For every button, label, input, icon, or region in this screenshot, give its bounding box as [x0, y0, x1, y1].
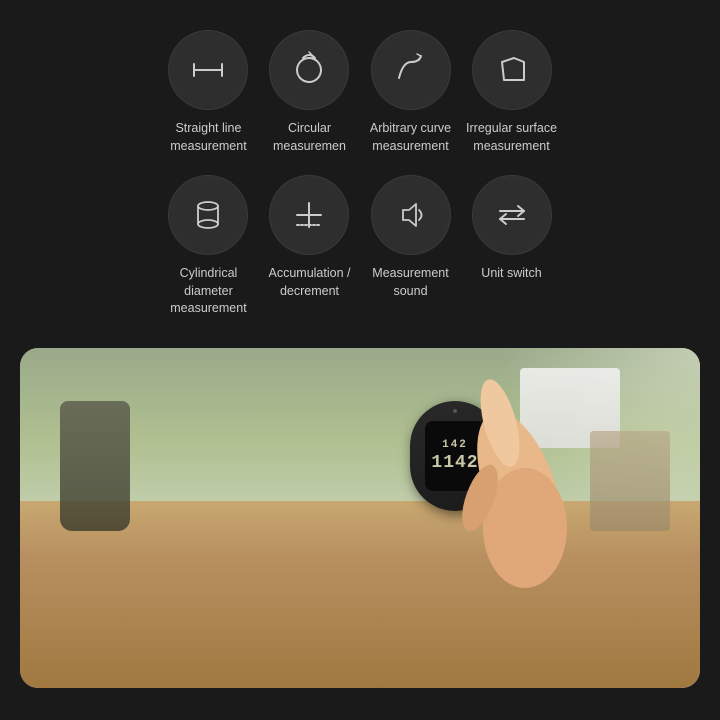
circular-label: Circularmeasuremen	[273, 120, 346, 155]
cylindrical-label: Cylindricaldiametermeasurement	[170, 265, 246, 318]
feature-arbitrary-curve: Arbitrary curvemeasurement	[360, 20, 461, 165]
hand-holding-device	[360, 368, 600, 668]
cylindrical-diameter-icon	[168, 175, 248, 255]
box-decoration	[590, 431, 670, 531]
feature-measurement-sound: Measurementsound	[360, 165, 461, 328]
feature-irregular-surface: Irregular surfacemeasurement	[461, 20, 562, 165]
feature-circular: Circularmeasuremen	[259, 20, 360, 165]
arbitrary-curve-label: Arbitrary curvemeasurement	[370, 120, 451, 155]
sound-icon	[371, 175, 451, 255]
feature-cylindrical: Cylindricaldiametermeasurement	[158, 165, 259, 328]
feature-straight-line: Straight linemeasurement	[158, 20, 259, 165]
feature-unit-switch: Unit switch	[461, 165, 562, 328]
product-photo: 142 1142	[20, 348, 700, 688]
arbitrary-curve-icon	[371, 30, 451, 110]
features-section: Straight linemeasurement Circularmeasure…	[148, 0, 572, 338]
straight-line-label: Straight linemeasurement	[170, 120, 246, 155]
photo-scene: 142 1142	[20, 348, 700, 688]
straight-line-icon	[168, 30, 248, 110]
circular-icon	[269, 30, 349, 110]
vase-decoration	[60, 401, 130, 531]
unit-switch-icon	[472, 175, 552, 255]
irregular-surface-icon	[472, 30, 552, 110]
accumulation-icon	[269, 175, 349, 255]
features-grid: Straight linemeasurement Circularmeasure…	[148, 0, 572, 338]
unit-switch-label: Unit switch	[481, 265, 541, 283]
accumulation-label: Accumulation /decrement	[269, 265, 351, 300]
irregular-surface-label: Irregular surfacemeasurement	[466, 120, 557, 155]
measurement-sound-label: Measurementsound	[372, 265, 448, 300]
feature-accumulation: Accumulation /decrement	[259, 165, 360, 328]
